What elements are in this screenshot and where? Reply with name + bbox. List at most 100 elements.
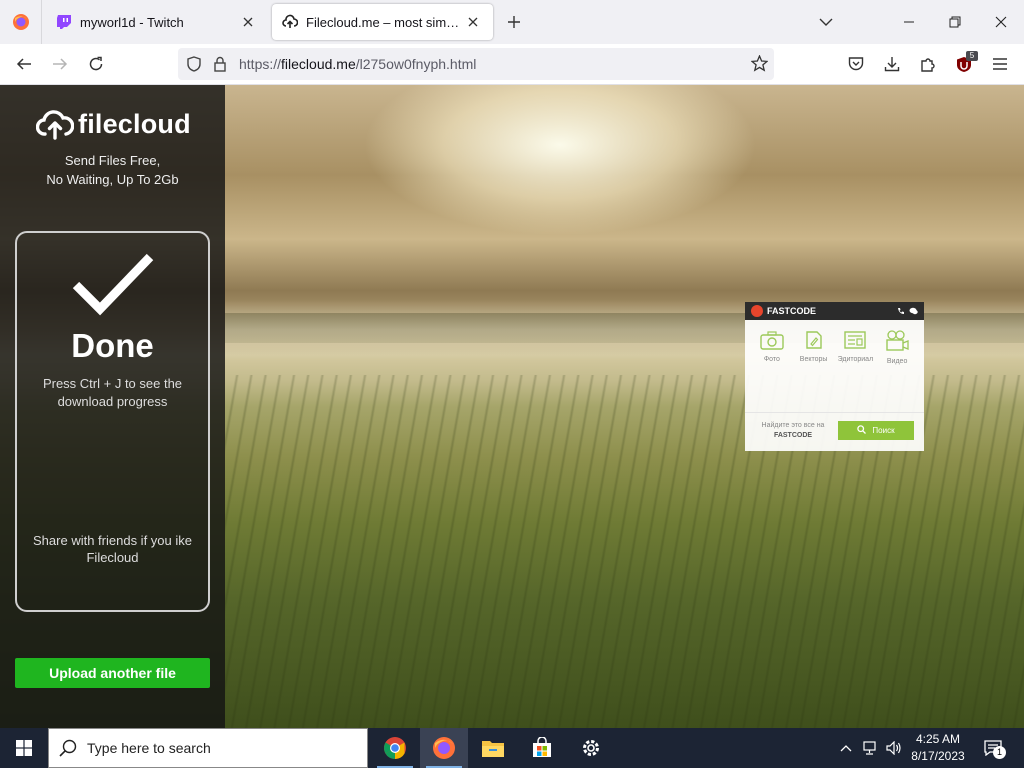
camera-icon	[760, 331, 784, 350]
app-menu-button[interactable]	[986, 50, 1014, 78]
ad-item-label: Фото	[763, 356, 780, 363]
ad-item-label: Эдиториал	[837, 356, 874, 363]
downloads-button[interactable]	[878, 50, 906, 78]
video-icon	[886, 330, 909, 351]
firefox-icon	[12, 14, 29, 30]
upload-status-card: Done Press Ctrl + J to see the download …	[15, 231, 210, 612]
volume-button[interactable]	[884, 738, 904, 758]
hamburger-menu-icon	[993, 58, 1007, 70]
clock-time: 4:25 AM	[915, 732, 961, 746]
done-subtitle-line: download progress	[57, 394, 168, 409]
windows-logo-icon	[16, 740, 32, 756]
puzzle-icon	[921, 58, 935, 72]
start-button[interactable]	[0, 728, 48, 768]
minimize-icon	[904, 21, 914, 23]
taskbar-app-chrome[interactable]	[371, 728, 419, 768]
tagline-line: Send Files Free,	[64, 153, 161, 168]
done-subtitle-line: Press Ctrl + J to see the	[42, 376, 183, 391]
taskbar-app-file-explorer[interactable]	[469, 728, 517, 768]
ad-brand: FASTCODE	[767, 306, 817, 316]
close-window-button[interactable]	[978, 0, 1024, 44]
tagline-line: No Waiting, Up To 2Gb	[46, 172, 179, 187]
shield-icon[interactable]	[187, 56, 201, 72]
bookmark-star-icon[interactable]	[751, 55, 768, 72]
ad-item-vectors[interactable]: Векторы	[794, 330, 834, 365]
page-content: filecloud Send Files Free, No Waiting, U…	[0, 85, 1024, 728]
store-icon	[533, 737, 551, 757]
ad-header: FASTCODE	[745, 302, 924, 320]
file-explorer-icon	[482, 741, 504, 757]
ad-footer-line: Найдите это все на	[761, 422, 825, 429]
network-button[interactable]	[861, 738, 881, 758]
ad-item-label: Видео	[886, 358, 908, 365]
close-icon	[995, 16, 1007, 28]
twitch-icon	[57, 15, 71, 29]
windows-taskbar: Type here to search 4:25 AM 8/17/2023 1	[0, 728, 1024, 768]
phone-icon	[898, 308, 904, 314]
settings-icon	[583, 740, 599, 756]
chevron-down-icon	[819, 18, 833, 26]
url-text: https://filecloud.me/l275ow0fnyph.html	[239, 56, 477, 72]
sidebar: filecloud Send Files Free, No Waiting, U…	[0, 85, 225, 728]
tab-filecloud[interactable]: Filecloud.me – most simple file	[272, 4, 493, 40]
reload-icon	[89, 56, 103, 71]
taskbar-app-firefox[interactable]	[420, 728, 468, 768]
ad-footer-text: Найдите это все на FASTCODE	[751, 421, 835, 441]
share-text-line: Share with friends if you ike	[33, 533, 192, 548]
ad-search-button[interactable]: Поиск	[838, 421, 914, 440]
checkmark-icon	[72, 253, 154, 316]
search-icon	[59, 739, 77, 757]
taskbar-app-store[interactable]	[518, 728, 566, 768]
restore-icon	[949, 16, 961, 28]
restore-button[interactable]	[932, 0, 978, 44]
ad-footer: Найдите это все на FASTCODE Поиск	[745, 412, 924, 451]
taskbar-app-settings[interactable]	[567, 728, 615, 768]
firefox-icon	[433, 737, 455, 759]
plus-icon	[508, 16, 520, 28]
pocket-icon	[848, 57, 864, 71]
new-tab-button[interactable]	[502, 10, 526, 34]
clock-date: 8/17/2023	[911, 749, 965, 763]
tagline: Send Files Free, No Waiting, Up To 2Gb	[0, 151, 225, 189]
upload-another-file-button[interactable]: Upload another file	[15, 658, 210, 688]
ad-item-editorial[interactable]: Эдиториал	[835, 330, 875, 365]
fastcode-logo-icon	[751, 305, 763, 317]
tab-twitch[interactable]: myworl1d - Twitch	[46, 4, 268, 40]
action-center-button[interactable]: 1	[980, 736, 1006, 760]
tab-close-icon[interactable]	[238, 12, 258, 32]
done-title: Done	[71, 327, 154, 364]
search-placeholder: Type here to search	[87, 740, 211, 756]
fastcode-ad[interactable]: FASTCODE Фото Векторы Эдиториал Видео На…	[745, 302, 924, 451]
taskbar-search-box[interactable]: Type here to search	[48, 728, 368, 768]
browser-tab-strip: myworl1d - Twitch Filecloud.me – most si…	[0, 0, 1024, 44]
tab-title: myworl1d - Twitch	[80, 14, 184, 30]
address-bar[interactable]: https://filecloud.me/l275ow0fnyph.html	[178, 48, 774, 80]
lock-icon[interactable]	[214, 56, 226, 72]
arrow-right-icon	[53, 58, 68, 70]
minimize-button[interactable]	[886, 0, 932, 44]
ad-item-label: Векторы	[799, 356, 828, 363]
back-button[interactable]	[10, 50, 38, 78]
pocket-button[interactable]	[842, 50, 870, 78]
filecloud-logo[interactable]: filecloud	[36, 109, 191, 140]
list-all-tabs-button[interactable]	[814, 10, 838, 34]
chat-icon	[909, 307, 918, 315]
arrow-left-icon	[16, 58, 31, 70]
extension-badge: 5	[966, 51, 978, 61]
chrome-icon	[384, 737, 406, 759]
tab-close-icon[interactable]	[463, 12, 483, 32]
ad-footer-brand: FASTCODE	[773, 432, 813, 439]
reload-button[interactable]	[82, 50, 110, 78]
notification-count: 1	[993, 746, 1006, 759]
cloud-upload-icon	[36, 109, 74, 140]
ad-item-video[interactable]: Видео	[877, 330, 917, 365]
forward-button[interactable]	[46, 50, 74, 78]
extensions-button[interactable]	[914, 50, 942, 78]
firefox-view-button[interactable]	[0, 0, 42, 44]
show-hidden-icons-button[interactable]	[838, 738, 854, 758]
ad-search-label: Поиск	[872, 426, 895, 435]
ad-item-photo[interactable]: Фото	[752, 330, 792, 365]
system-clock[interactable]: 4:25 AM 8/17/2023	[902, 731, 974, 765]
cloud-upload-icon	[282, 14, 298, 28]
tab-title: Filecloud.me – most simple file	[306, 14, 463, 30]
